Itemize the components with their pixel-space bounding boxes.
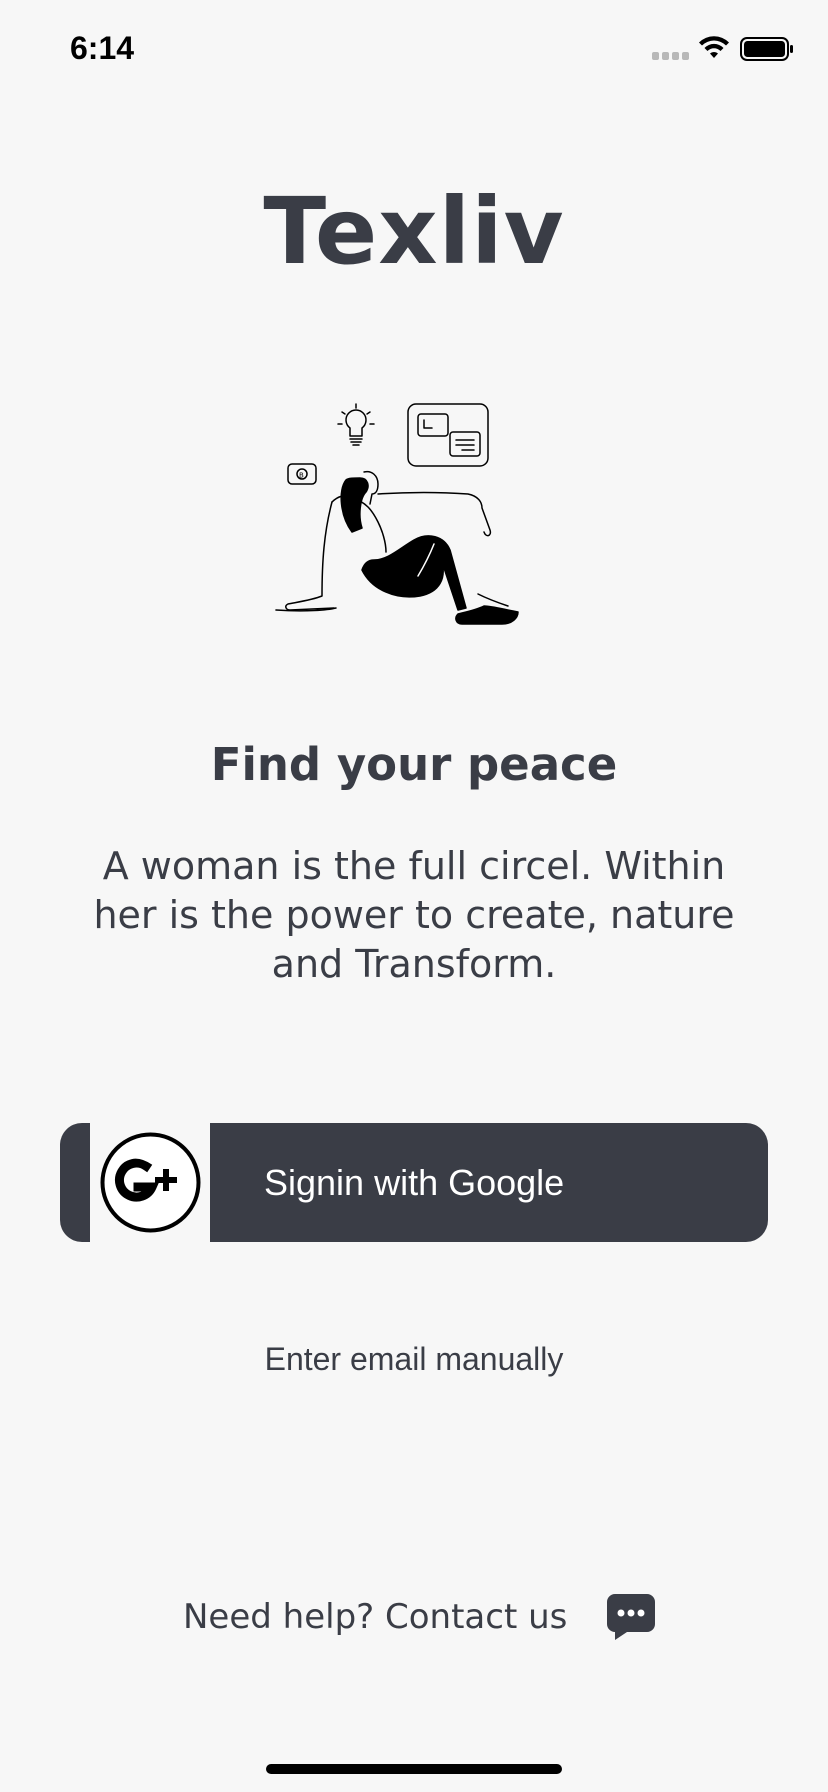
- google-plus-icon: [100, 1132, 201, 1233]
- app-title: Texliv: [263, 178, 565, 285]
- wifi-icon: [699, 36, 729, 58]
- battery-full-icon: [740, 37, 793, 61]
- status-bar: 6:14: [0, 0, 828, 100]
- signin-google-button[interactable]: Signin with Google: [60, 1123, 768, 1242]
- status-time: 6:14: [70, 30, 135, 66]
- enter-email-manually-link[interactable]: Enter email manually: [0, 1341, 828, 1378]
- contact-help-row[interactable]: Need help? Contact us: [183, 1592, 656, 1642]
- signin-google-label: Signin with Google: [264, 1162, 565, 1203]
- chat-bubble-icon[interactable]: [607, 1594, 656, 1640]
- contact-help-label: Need help? Contact us: [183, 1597, 568, 1637]
- woman-sitting-thinking-illustration: B: [275, 403, 519, 625]
- svg-text:B: B: [299, 472, 304, 480]
- home-indicator: [266, 1764, 562, 1774]
- login-screen: 6:14 Texliv B Find your peace A woman is…: [0, 0, 828, 1792]
- google-icon-container: [90, 1123, 210, 1242]
- headline: Find your peace: [210, 738, 618, 791]
- tagline: A woman is the full circel. Within her i…: [93, 844, 735, 986]
- cellular-signal-icon: [652, 52, 689, 60]
